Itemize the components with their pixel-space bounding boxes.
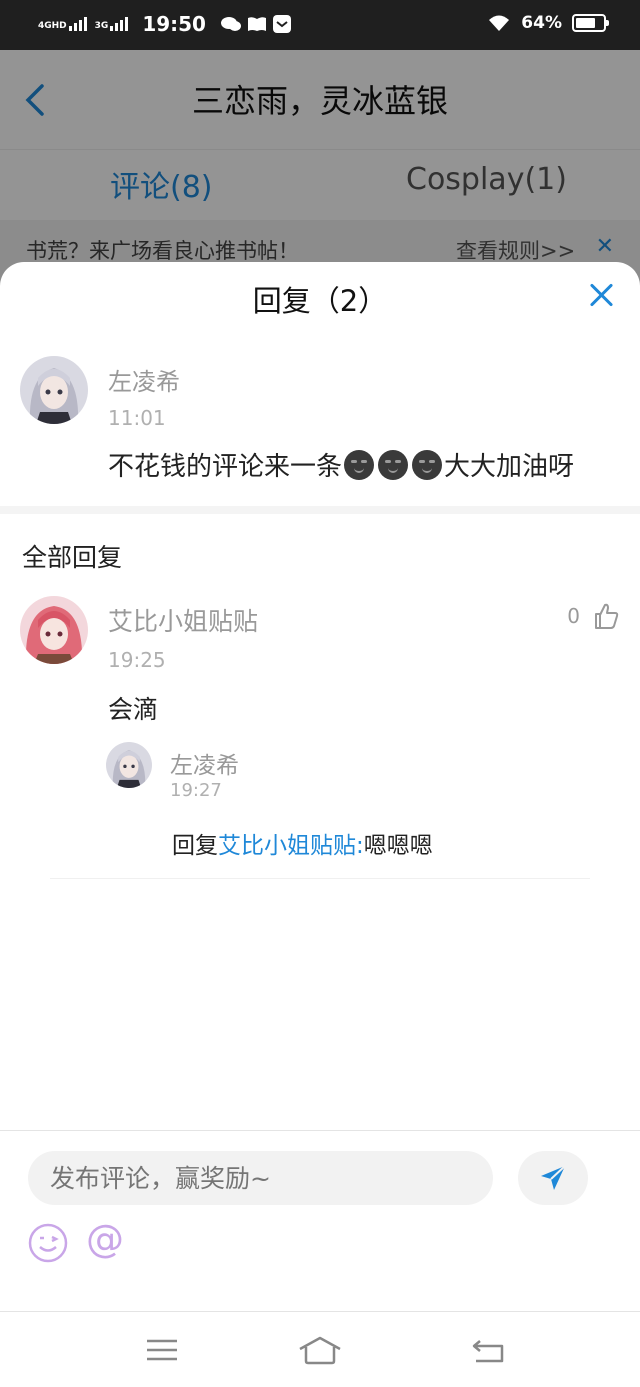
original-comment-text: 不花钱的评论来一条 大大加油呀 xyxy=(108,446,574,483)
avatar[interactable] xyxy=(20,356,88,424)
nested-time: 19:27 xyxy=(170,780,222,801)
wifi-icon xyxy=(489,15,510,31)
system-nav-bar xyxy=(0,1313,640,1387)
back-nav-icon[interactable] xyxy=(466,1335,510,1365)
chat-notification-icon xyxy=(220,17,241,31)
like-count: 0 xyxy=(567,604,580,628)
send-plane-icon xyxy=(541,1165,566,1190)
original-time: 11:01 xyxy=(108,406,166,430)
battery-icon xyxy=(572,14,609,32)
nested-reply-prefix: 回复 xyxy=(172,833,218,859)
comment-composer: @ xyxy=(0,1130,640,1312)
signal-2: 3G xyxy=(95,17,129,31)
section-title: 全部回复 xyxy=(22,543,123,572)
send-button[interactable] xyxy=(518,1151,588,1205)
avatar-anime-silver-hair-icon xyxy=(20,356,88,424)
thumbs-up-icon[interactable] xyxy=(592,602,620,630)
status-left: 4GHD 3G 19:50 xyxy=(38,12,292,36)
comment-input[interactable] xyxy=(28,1151,493,1205)
original-author-name[interactable]: 左凌希 xyxy=(108,362,180,397)
avatar[interactable] xyxy=(20,596,88,664)
signal-1: 4GHD xyxy=(38,17,87,31)
network-type-2: 3G xyxy=(94,21,109,31)
thread-divider xyxy=(50,878,590,879)
mention-at-button[interactable]: @ xyxy=(86,1217,124,1261)
battery-fill xyxy=(576,18,596,28)
network-type-1: 4GHD xyxy=(38,21,67,31)
home-icon[interactable] xyxy=(298,1335,342,1365)
nested-reply-text: 回复艾比小姐贴贴:嗯嗯嗯 xyxy=(172,826,433,860)
clock: 19:50 xyxy=(142,12,206,36)
sheet-title: 回复（2） xyxy=(252,284,388,318)
emoji-icon[interactable] xyxy=(28,1223,68,1263)
avatar-anime-silver-hair-icon xyxy=(106,742,152,788)
modal-overlay[interactable] xyxy=(0,50,640,290)
original-text-part2: 大大加油呀 xyxy=(444,452,575,482)
smirk-emoji-icon xyxy=(378,450,409,480)
smirk-emoji-icon xyxy=(412,450,443,480)
status-right: 64% xyxy=(487,13,609,33)
avatar[interactable] xyxy=(106,742,152,788)
original-text-part1: 不花钱的评论来一条 xyxy=(108,452,343,482)
signal-bars-icon xyxy=(110,17,129,31)
book-notification-icon xyxy=(247,17,266,31)
like-button[interactable]: 0 xyxy=(567,602,620,630)
status-bar: 4GHD 3G 19:50 64% xyxy=(0,0,640,50)
signal-bars-icon xyxy=(68,17,87,31)
mail-notification-icon xyxy=(272,15,291,33)
menu-icon[interactable] xyxy=(140,1335,184,1365)
mentioned-user-link[interactable]: 艾比小姐贴贴: xyxy=(218,833,364,859)
close-icon[interactable] xyxy=(588,282,614,308)
section-divider xyxy=(0,506,640,514)
battery-percent: 64% xyxy=(521,13,562,33)
reply-time: 19:25 xyxy=(108,648,166,672)
nested-reply-body: 嗯嗯嗯 xyxy=(363,833,433,859)
nested-author-name[interactable]: 左凌希 xyxy=(170,746,239,780)
smirk-emoji-icon xyxy=(344,450,375,480)
avatar-anime-red-hair-icon xyxy=(20,596,88,664)
reply-author-name[interactable]: 艾比小姐贴贴 xyxy=(108,602,258,638)
reply-text: 会滴 xyxy=(108,695,159,724)
notification-icons xyxy=(220,14,292,34)
